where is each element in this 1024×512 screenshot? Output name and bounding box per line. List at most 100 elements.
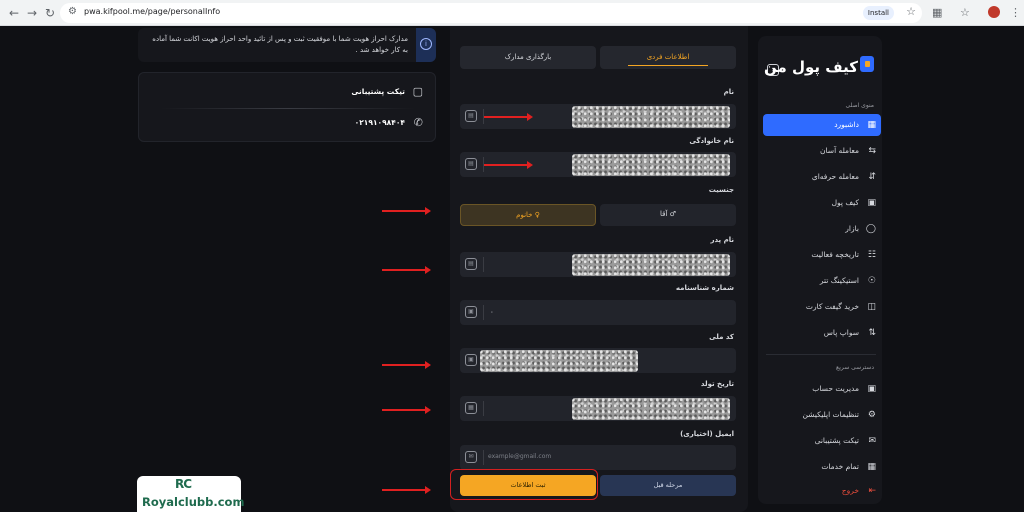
sidebar-item-swap[interactable]: ⇅ سواپ پاس	[763, 322, 881, 344]
watermark-mark: RC	[175, 477, 192, 491]
forward-icon[interactable]: →	[24, 5, 40, 21]
id-number-field[interactable]: ▣ ۰	[460, 300, 736, 325]
dashboard-icon: ▦	[867, 120, 876, 130]
email-field[interactable]: ✉ example@gmail.com	[460, 445, 736, 470]
redacted-value	[572, 154, 730, 176]
redacted-value	[480, 350, 638, 372]
url-text: pwa.kifpool.me/page/personalInfo	[84, 7, 221, 16]
support-ticket-label: تیکت پشتیبانی	[351, 87, 405, 96]
sidebar-item-label: معامله حرفه‌ای	[811, 172, 859, 181]
sidebar-item-label: استیکینگ تتر	[819, 276, 859, 285]
father-name-field[interactable]: ▤	[460, 252, 736, 277]
field-separator	[483, 401, 484, 416]
id-card-icon: ▤	[465, 110, 477, 122]
browser-toolbar: ← → ↻ ⚙ pwa.kifpool.me/page/personalInfo…	[0, 0, 1024, 26]
redacted-value	[572, 106, 730, 128]
support-divider	[161, 108, 415, 109]
sidebar-item-logout[interactable]: ⇤ خروج	[763, 480, 881, 502]
app-viewport: › کیف پول من منوی اصلی ▦ داشبورد ⇆ معامل…	[0, 26, 1024, 512]
previous-step-button[interactable]: مرحله قبل	[600, 475, 736, 496]
tab-upload-documents[interactable]: بارگذاری مدارک	[460, 46, 596, 69]
gift-card-icon: ◫	[867, 302, 876, 312]
section-title-quick: دسترسی سریع	[836, 364, 874, 371]
sidebar-item-label: معامله آسان	[820, 146, 859, 155]
field-separator	[483, 450, 484, 465]
sidebar-item-label: خرید گیفت کارت	[805, 302, 859, 311]
address-bar[interactable]: ⚙ pwa.kifpool.me/page/personalInfo Insta…	[60, 3, 922, 23]
id-number-value: ۰	[490, 308, 494, 316]
bookmarks-icon[interactable]: ☆	[960, 6, 970, 19]
settings-icon: ⚙	[867, 410, 876, 420]
sidebar-item-history[interactable]: ☷ تاریخچه فعالیت	[763, 244, 881, 266]
sidebar-item-all-services[interactable]: ▦ تمام خدمات	[763, 456, 881, 478]
sidebar-item-easy-trade[interactable]: ⇆ معامله آسان	[763, 140, 881, 162]
personal-info-form: اطلاعات فردی بارگذاری مدارک نام ▤ نام خا…	[450, 26, 748, 512]
sidebar-item-label: مدیریت حساب	[812, 384, 859, 393]
sidebar-item-account[interactable]: ▣ مدیریت حساب	[763, 378, 881, 400]
sidebar-item-wallet[interactable]: ▣ کیف پول	[763, 192, 881, 214]
sidebar-item-market[interactable]: ◯ بازار	[763, 218, 881, 240]
tab-label: بارگذاری مدارک	[504, 53, 552, 61]
account-icon: ▣	[867, 384, 876, 394]
sidebar-item-settings[interactable]: ⚙ تنظیمات اپلیکیشن	[763, 404, 881, 426]
tab-personal-info[interactable]: اطلاعات فردی	[600, 46, 736, 69]
id-card-icon: ▤	[465, 258, 477, 270]
sidebar-divider	[766, 354, 876, 355]
sidebar-item-pro-trade[interactable]: ⇵ معامله حرفه‌ای	[763, 166, 881, 188]
support-phone-number: ۰۲۱۹۱۰۹۸۴۰۴	[354, 118, 405, 127]
gender-male-label: آقا ♂	[660, 210, 676, 218]
gender-option-male[interactable]: آقا ♂	[600, 204, 736, 226]
first-name-label: نام	[723, 88, 734, 96]
menu-kebab-icon[interactable]: ⋮	[1010, 6, 1021, 19]
field-separator	[483, 257, 484, 272]
id-number-icon: ▣	[465, 306, 477, 318]
id-number-icon: ▣	[465, 354, 477, 366]
id-number-label: شماره شناسنامه	[675, 284, 734, 292]
support-phone-row[interactable]: ✆ ۰۲۱۹۱۰۹۸۴۰۴	[303, 116, 423, 130]
phone-icon: ✆	[413, 116, 423, 129]
reload-icon[interactable]: ↻	[42, 5, 58, 21]
sidebar-item-ticket[interactable]: ✉ تیکت پشتیبانی	[763, 430, 881, 452]
brand-name: کیف پول من	[764, 58, 858, 76]
sidebar-item-label: تنظیمات اپلیکیشن	[802, 410, 859, 419]
sidebar: › کیف پول من منوی اصلی ▦ داشبورد ⇆ معامل…	[758, 36, 882, 504]
sidebar-item-dashboard[interactable]: ▦ داشبورد	[763, 114, 881, 136]
sidebar-item-label: کیف پول	[831, 198, 859, 207]
extensions-icon[interactable]: ▦	[932, 6, 942, 19]
email-placeholder: example@gmail.com	[488, 453, 552, 460]
support-ticket-row[interactable]: ▢ تیکت پشتیبانی	[303, 85, 423, 99]
redacted-value	[572, 254, 730, 276]
annotation-arrow	[382, 486, 431, 494]
profile-avatar[interactable]	[988, 6, 1000, 18]
support-card: ▢ تیکت پشتیبانی ✆ ۰۲۱۹۱۰۹۸۴۰۴	[138, 72, 436, 142]
national-code-field[interactable]: ▣	[460, 348, 736, 373]
history-icon: ☷	[867, 250, 876, 260]
verification-notice: i مدارک احراز هویت شما با موفقیت ثبت و پ…	[138, 28, 436, 62]
easy-trade-icon: ⇆	[868, 146, 876, 156]
market-icon: ◯	[865, 224, 876, 234]
back-icon[interactable]: ←	[6, 5, 22, 21]
site-info-icon[interactable]: ⚙	[68, 6, 77, 17]
annotation-arrow	[382, 361, 431, 369]
sidebar-item-label: تیکت پشتیبانی	[814, 436, 859, 445]
gender-label: جنسیت	[708, 186, 734, 194]
mail-icon: ✉	[465, 451, 477, 463]
sidebar-item-label: بازار	[845, 224, 859, 233]
sidebar-item-gift-card[interactable]: ◫ خرید گیفت کارت	[763, 296, 881, 318]
sidebar-item-label: تاریخچه فعالیت	[811, 250, 859, 259]
id-card-icon: ▤	[465, 158, 477, 170]
button-label: مرحله قبل	[653, 481, 683, 489]
bookmark-star-icon[interactable]: ☆	[906, 5, 916, 18]
watermark-logo: RC Royalclubb.com	[137, 476, 244, 512]
sidebar-item-staking[interactable]: ☉ استیکینگ تتر	[763, 270, 881, 292]
staking-icon: ☉	[867, 276, 876, 286]
national-code-label: کد ملی	[709, 333, 734, 341]
swap-icon: ⇅	[868, 328, 876, 338]
logout-icon: ⇤	[868, 486, 876, 496]
birth-date-field[interactable]: ▦	[460, 396, 736, 421]
install-button[interactable]: Install	[862, 6, 894, 20]
brand-logo-icon	[860, 56, 874, 72]
wallet-icon: ▣	[867, 198, 876, 208]
father-name-label: نام پدر	[710, 236, 734, 244]
gender-option-female[interactable]: خانوم ♀	[460, 204, 596, 226]
